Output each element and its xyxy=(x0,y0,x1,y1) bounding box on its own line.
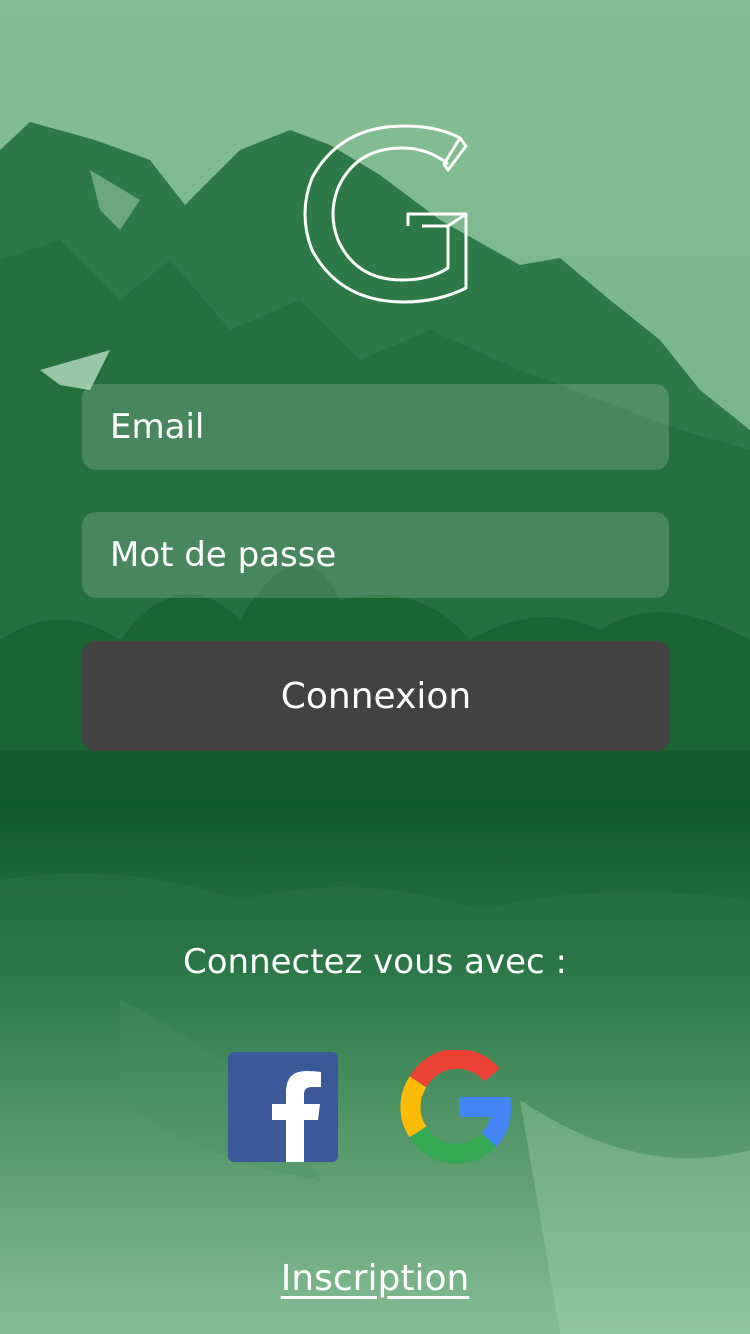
g-logo-icon xyxy=(298,118,474,310)
signup-link[interactable]: Inscription xyxy=(0,1258,750,1299)
email-input[interactable] xyxy=(110,384,669,470)
password-input[interactable] xyxy=(110,512,669,598)
password-field[interactable] xyxy=(82,512,669,598)
email-field[interactable] xyxy=(82,384,669,470)
facebook-icon[interactable] xyxy=(228,1052,338,1162)
login-button[interactable]: Connexion xyxy=(82,641,670,751)
google-icon[interactable] xyxy=(399,1048,513,1164)
social-login-heading: Connectez vous avec : xyxy=(183,942,567,982)
